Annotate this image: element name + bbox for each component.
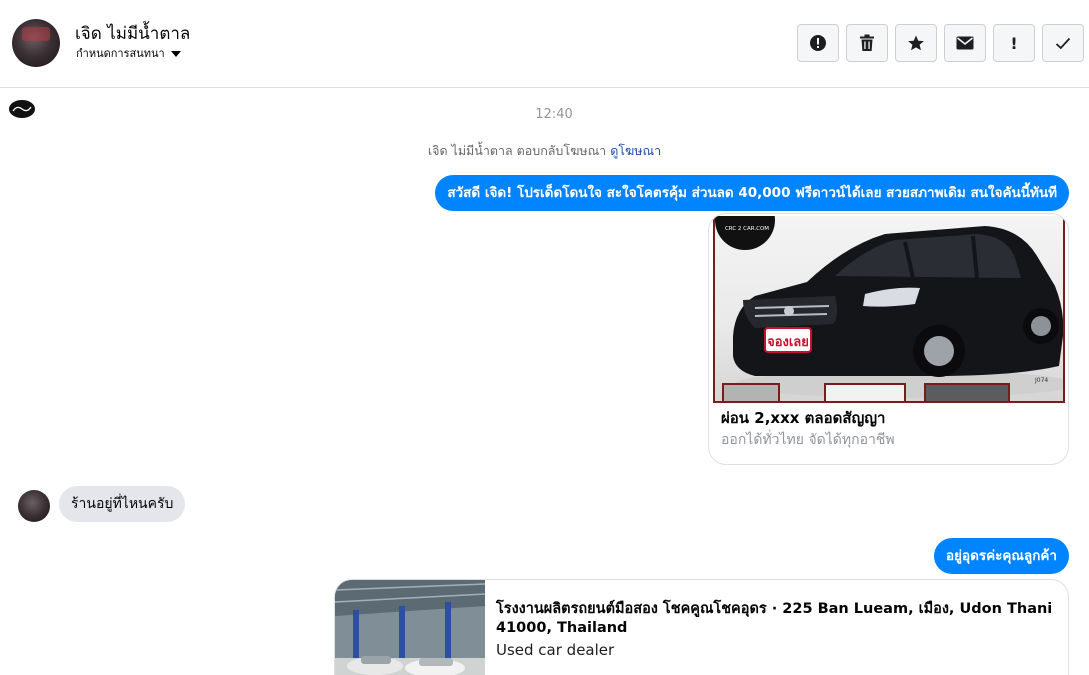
ad-watermark: CRC 2 CAR.COM	[725, 226, 769, 232]
car-illustration: จองเลย CRC 2 CAR.COM J074	[715, 216, 1063, 401]
delete-button[interactable]	[846, 24, 888, 62]
star-button[interactable]	[895, 24, 937, 62]
header-actions: !	[797, 24, 1084, 62]
outgoing-message[interactable]: อยู่อุดรค่ะคุณลูกค้า	[933, 538, 1069, 574]
view-ad-link[interactable]: ดูโฆษณา	[610, 143, 661, 158]
mark-unread-button[interactable]	[944, 24, 986, 62]
spam-button[interactable]: !	[993, 24, 1035, 62]
ad-reply-notice: เจิด ไม่มีน้ำตาล ตอบกลับโฆษณา ดูโฆษณา	[0, 141, 1089, 161]
contact-name[interactable]: เจิด ไม่มีน้ำตาล	[75, 20, 190, 47]
report-button[interactable]	[797, 24, 839, 62]
ad-title: ผ่อน 2,xxx ตลอดสัญญา	[721, 409, 886, 427]
conversation-label-dropdown[interactable]: กำหนดการสนทนา	[76, 44, 181, 62]
envelope-icon	[956, 36, 974, 50]
sender-avatar[interactable]	[18, 490, 50, 522]
location-title: โรงงานผลิตรถยนต์มือสอง โชคคูณโชคอุดร · 2…	[496, 601, 1053, 636]
caret-down-icon	[170, 50, 181, 57]
mark-done-button[interactable]	[1042, 24, 1084, 62]
ad-description: ออกได้ทั่วไทย จัดได้ทุกอาชีพ	[721, 432, 895, 448]
contact-avatar[interactable]	[12, 19, 60, 67]
location-category: Used car dealer	[496, 641, 615, 659]
trash-icon	[860, 34, 874, 51]
conversation-label-text: กำหนดการสนทนา	[76, 47, 165, 60]
ad-reply-text: เจิด ไม่มีน้ำตาล ตอบกลับโฆษณา	[427, 143, 607, 158]
report-icon	[810, 35, 826, 51]
garage-illustration	[335, 580, 485, 675]
incoming-message[interactable]: ร้านอยู่ที่ไหนครับ	[59, 486, 186, 522]
reserve-badge: จองเลย	[767, 335, 809, 350]
location-thumbnail	[335, 580, 485, 675]
ad-image-code: J074	[1034, 377, 1048, 384]
ad-car-image: จองเลย CRC 2 CAR.COM J074	[713, 216, 1065, 403]
location-card[interactable]: โรงงานผลิตรถยนต์มือสอง โชคคูณโชคอุดร · 2…	[334, 579, 1069, 675]
outgoing-message[interactable]: สวัสดี เจิด! โปรเด็ดโดนใจ สะใจโคตรคุ้ม ส…	[435, 175, 1069, 211]
star-icon	[908, 35, 924, 51]
message-timestamp: 12:40	[535, 107, 573, 122]
check-icon	[1055, 37, 1071, 49]
exclamation-icon: !	[1010, 33, 1018, 53]
ad-card[interactable]: จองเลย CRC 2 CAR.COM J074 ผ่อน 2,xxx ตลอ…	[708, 213, 1069, 465]
conversation-header: เจิด ไม่มีน้ำตาล กำหนดการสนทนา !	[0, 0, 1089, 88]
